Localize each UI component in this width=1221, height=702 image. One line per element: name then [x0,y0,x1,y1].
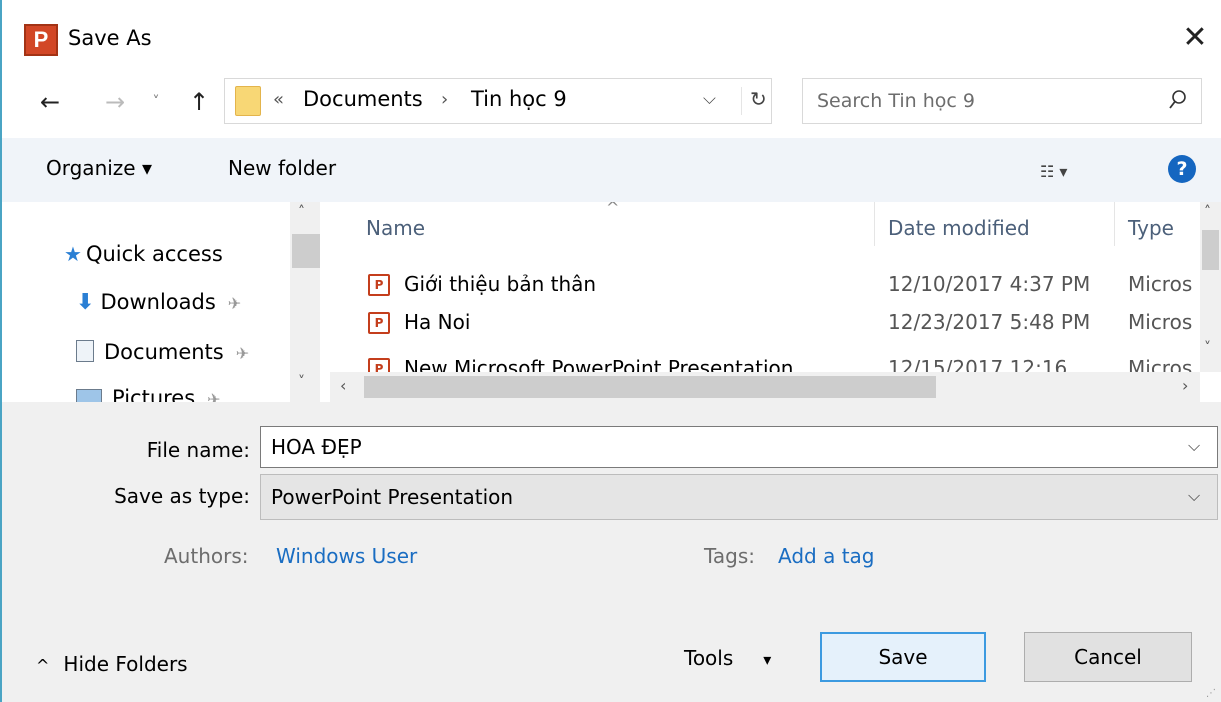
navigation-pane: ★ Quick access ⬇ Downloads ✈ Documents ✈ Pic… [2,202,322,402]
save-as-dialog: P Save As ✕ ← → ˅ ↑ « Documents › Tin họ… [0,0,1221,702]
column-divider[interactable] [874,202,875,246]
file-date: 12/15/2017 12:16 [888,356,1068,372]
file-type: Micros [1128,310,1193,334]
tags-label: Tags: [704,544,756,568]
powerpoint-file-icon: P [368,274,390,296]
scroll-up-chevron-icon[interactable]: ˄ [1204,204,1211,220]
nav-pane-scroll-thumb[interactable] [292,234,320,268]
refresh-icon[interactable]: ↻ [741,87,767,115]
powerpoint-file-icon: P [368,358,390,372]
tools-menu-button[interactable]: Tools ▾ [684,646,771,670]
nav-item-label: Pictures [112,386,196,402]
file-list-vertical-scroll-thumb[interactable] [1202,230,1219,270]
file-row[interactable]: P New Microsoft PowerPoint Presentation … [330,354,1200,372]
organize-menu-button[interactable]: Organize ▾ [46,156,152,180]
save-as-type-select[interactable]: PowerPoint Presentation [260,474,1218,520]
powerpoint-app-icon: P [24,24,58,56]
nav-item-downloads[interactable]: ⬇ Downloads ✈ [76,290,241,315]
chevron-up-icon: ^ [36,656,50,675]
search-icon[interactable] [1169,89,1187,111]
cancel-button[interactable]: Cancel [1024,632,1192,682]
save-as-type-dropdown-icon[interactable]: ⌵ [1188,486,1200,506]
documents-icon [76,340,94,362]
chevron-down-icon: ▾ [763,650,772,669]
breadcrumb-documents[interactable]: Documents [303,87,423,111]
pictures-icon [76,389,102,402]
scroll-down-chevron-icon[interactable]: ˅ [298,374,305,390]
file-name: Giới thiệu bản thân [404,272,597,296]
column-header-type[interactable]: Type [1128,216,1174,240]
pin-icon[interactable]: ✈ [236,344,249,363]
hide-folders-button[interactable]: ^ Hide Folders [36,652,188,676]
new-folder-button[interactable]: New folder [228,156,336,180]
resize-grip-icon[interactable]: ⋰ [1206,688,1216,699]
pin-icon[interactable]: ✈ [207,390,220,402]
file-row[interactable]: P Ha Noi 12/23/2017 5:48 PM Micros [330,308,1200,342]
file-row[interactable]: P Giới thiệu bản thân 12/10/2017 4:37 PM… [330,270,1200,304]
file-name-input[interactable]: HOA ĐẸP [260,426,1218,468]
add-tag-link[interactable]: Add a tag [778,544,874,568]
hide-folders-label: Hide Folders [63,652,188,676]
authors-label: Authors: [164,544,249,568]
file-name-label: File name: [146,438,250,462]
scroll-left-chevron-icon[interactable]: ‹ [340,376,346,395]
nav-item-documents[interactable]: Documents ✈ [76,340,249,364]
nav-item-pictures[interactable]: Pictures ✈ [76,386,221,402]
address-bar[interactable]: « Documents › Tin học 9 ⌵ ↻ [224,78,772,124]
tools-label: Tools [684,646,734,670]
search-input[interactable] [817,87,1147,115]
back-arrow-icon[interactable]: ← [33,86,67,118]
pin-icon[interactable]: ✈ [228,294,241,313]
powerpoint-file-icon: P [368,312,390,334]
star-icon: ★ [64,242,82,266]
search-box [802,78,1202,124]
file-list-vertical-scrollbar[interactable]: ˄ ˅ [1200,202,1221,372]
dialog-title: Save As [68,26,152,50]
forward-arrow-icon[interactable]: → [98,86,132,118]
download-icon: ⬇ [76,290,95,315]
scroll-up-chevron-icon[interactable]: ˄ [298,204,305,220]
nav-item-label: Downloads [100,290,216,314]
file-list: ^ Name Date modified Type P Giới thiệu b… [330,202,1200,372]
breadcrumb-tin-hoc-9[interactable]: Tin học 9 [471,87,567,111]
file-name: New Microsoft PowerPoint Presentation [404,356,794,372]
up-arrow-icon[interactable]: ↑ [182,86,216,118]
save-button[interactable]: Save [820,632,986,682]
breadcrumb-separator-icon[interactable]: › [441,89,448,110]
nav-item-label: Documents [104,340,224,364]
file-list-horizontal-scroll-thumb[interactable] [364,376,936,398]
file-type: Micros [1128,356,1193,372]
file-date: 12/10/2017 4:37 PM [888,272,1091,296]
command-bar [2,138,1221,202]
nav-item-label: Quick access [85,242,223,266]
scroll-down-chevron-icon[interactable]: ˅ [1204,340,1211,356]
scroll-right-chevron-icon[interactable]: › [1182,376,1188,395]
breadcrumb-overflow-icon[interactable]: « [273,89,284,110]
column-header-name[interactable]: Name [366,216,425,240]
file-name: Ha Noi [404,310,471,334]
folder-icon [235,86,261,116]
save-as-type-label: Save as type: [114,484,250,508]
help-icon[interactable]: ? [1168,155,1196,183]
nav-item-quick-access[interactable]: ★ Quick access [64,242,223,266]
column-divider[interactable] [1114,202,1115,246]
file-type: Micros [1128,272,1193,296]
nav-pane-scrollbar[interactable]: ˄ ˅ [290,202,320,402]
file-date: 12/23/2017 5:48 PM [888,310,1091,334]
recent-locations-chevron-icon[interactable]: ˅ [144,86,168,118]
authors-value-link[interactable]: Windows User [276,544,417,568]
view-options-icon[interactable]: ☷ ▾ [1040,162,1067,181]
sort-indicator-icon: ^ [606,202,620,217]
file-name-dropdown-icon[interactable]: ⌵ [1188,436,1200,456]
close-button[interactable]: ✕ [1175,18,1215,58]
address-dropdown-icon[interactable]: ⌵ [703,89,716,109]
column-header-date-modified[interactable]: Date modified [888,216,1030,240]
